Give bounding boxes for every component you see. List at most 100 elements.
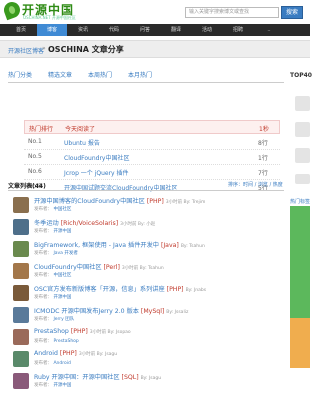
hot-title-link[interactable]: Jcrop 一个 jQuery 插件	[64, 168, 129, 177]
hot-title-link[interactable]: CloudFoundry中国社区	[64, 153, 129, 162]
avatar[interactable]	[13, 307, 29, 323]
tab-hot-categories[interactable]: 热门分类	[8, 70, 32, 79]
poster-link[interactable]: Jerry 团队	[53, 317, 74, 322]
avatar[interactable]	[13, 329, 29, 345]
poster-link[interactable]: 中国社区	[53, 273, 71, 278]
nav-item-jobs[interactable]: 招聘	[223, 24, 253, 36]
article-tag[interactable]: [SQL]	[122, 374, 139, 381]
hot-tags-panel	[290, 206, 310, 318]
nav-item-events[interactable]: 活动	[192, 24, 222, 36]
search-input[interactable]: 输入关键字搜索博文或查找	[185, 7, 279, 18]
hot-rank: No.5	[28, 153, 42, 160]
poster-link[interactable]: Java 开发者	[53, 251, 77, 256]
nav-item-news[interactable]: 资讯	[68, 24, 98, 36]
article-title-line: Android [PHP] 3小时前 By: Jsagu	[34, 350, 117, 357]
avatar[interactable]	[13, 373, 29, 389]
nav-item-home[interactable]: 首页	[6, 24, 36, 36]
article-list-divider	[8, 190, 284, 191]
hot-count: 1行	[258, 155, 268, 162]
avatar[interactable]	[295, 174, 310, 184]
table-row: No.6 Jcrop 一个 jQuery 插件 7行	[24, 165, 280, 180]
page-title: OSCHINA 文章分享	[48, 45, 124, 54]
article-subline: 发布者： Android	[34, 360, 71, 366]
article-tag[interactable]: [PHP]	[147, 198, 164, 205]
tab-featured[interactable]: 精选文章	[48, 70, 72, 79]
hot-tags-panel-secondary	[290, 318, 310, 368]
article-title-link[interactable]: 开源中国博客的CloudFoundry中国社区	[34, 198, 145, 205]
nav-item-blog[interactable]: 博客	[37, 24, 67, 36]
logo-subtitle: OSCHINA.NET 开源中国社区	[23, 15, 76, 20]
article-meta: By: Jsagu	[140, 376, 162, 381]
article-title-link[interactable]: BigFramework, 框架使用 - Java 插件开发中	[34, 242, 159, 249]
poster-link[interactable]: 中国社区	[53, 207, 71, 212]
article-title-line: Ruby 开源中国：开源中国社区 [SQL] By: Jsagu	[34, 372, 161, 381]
avatar[interactable]	[13, 263, 29, 279]
article-title-line: ICMODC 开源中国发布Jerry 2.0 版本 [MySql] By: Js…	[34, 306, 188, 315]
poster-link[interactable]: PrestaShop	[53, 339, 78, 344]
tab-week-hot[interactable]: 本周热门	[88, 70, 112, 79]
article-tag[interactable]: [MySql]	[141, 308, 164, 315]
article-tag[interactable]: [PHP]	[167, 286, 184, 293]
article-tag[interactable]: [PHP]	[60, 350, 77, 357]
article-subline: 发布者： Jerry 团队	[34, 316, 74, 322]
article-title-link[interactable]: Android	[34, 350, 58, 357]
hot-count: 7行	[258, 170, 268, 177]
article-tag[interactable]: [Java]	[161, 242, 179, 249]
poster-link[interactable]: Android	[53, 361, 70, 366]
table-row: No.5 CloudFoundry中国社区 1行	[24, 150, 280, 165]
article-title-link[interactable]: Ruby 开源中国：开源中国社区	[34, 374, 120, 381]
article-meta: By: Jnabs	[185, 288, 207, 293]
hot-rank: No.6	[28, 168, 42, 175]
table-row: No.1 Ubuntu 报告 8行	[24, 135, 280, 150]
avatar[interactable]	[13, 197, 29, 213]
article-title-link[interactable]: PrestaShop	[34, 328, 69, 335]
list-item: OSC官方发布新版博客「开源，信息」系列讲座 [PHP] By: Jnabs 发…	[8, 284, 288, 304]
list-item: ICMODC 开源中国发布Jerry 2.0 版本 [MySql] By: Js…	[8, 306, 288, 326]
search-button[interactable]: 搜索	[281, 6, 303, 19]
nav-item-more[interactable]: ..	[254, 24, 284, 36]
nav-item-qa[interactable]: 问答	[130, 24, 160, 36]
article-title-link[interactable]: 冬季运动	[34, 220, 59, 227]
avatar[interactable]	[295, 122, 310, 137]
avatar[interactable]	[295, 96, 310, 111]
poster-label: 发布者：	[34, 207, 52, 212]
hot-title-link[interactable]: Ubuntu 报告	[64, 138, 100, 147]
tab-month-hot[interactable]: 本月热门	[128, 70, 152, 79]
leaf-logo-icon[interactable]	[1, 0, 23, 21]
article-title-link[interactable]: ICMODC 开源中国发布Jerry 2.0 版本	[34, 308, 139, 315]
poster-link[interactable]: 开源中国	[53, 383, 71, 388]
list-item: Android [PHP] 3小时前 By: Jsagu 发布者： Androi…	[8, 350, 288, 370]
article-title-line: PrestaShop [PHP] 3小时前 By: Jsopao	[34, 328, 131, 335]
nav-item-translate[interactable]: 翻译	[161, 24, 191, 36]
poster-link[interactable]: 开源中国	[53, 295, 71, 300]
article-title-line: 冬季运动 [Rich/VoiceSolaris] 3小时前 By: 小赵	[34, 218, 155, 227]
hot-table-header: 热门排行 今天阅读了 1秒	[24, 120, 280, 134]
list-item: CloudFoundry中国社区 [Perl] 3小时前 By: Tsahun …	[8, 262, 288, 282]
top40-heading: TOP40	[290, 72, 312, 79]
hot-rank: No.1	[28, 138, 42, 145]
avatar[interactable]	[13, 241, 29, 257]
breadcrumb-link[interactable]: 开源社区博客	[8, 46, 44, 55]
article-title-link[interactable]: CloudFoundry中国社区	[34, 264, 102, 271]
avatar[interactable]	[13, 219, 29, 235]
article-subline: 发布者： 中国社区	[34, 206, 71, 212]
site-header: 开源中国 OSCHINA.NET 开源中国社区 输入关键字搜索博文或查找 搜索	[0, 0, 310, 22]
article-subline: 发布者： PrestaShop	[34, 338, 79, 344]
article-title-link[interactable]: OSC官方发布新版博客「开源，信息」系列讲座	[34, 286, 165, 293]
list-item: Ruby 开源中国：开源中国社区 [SQL] By: Jsagu 发布者： 开源…	[8, 372, 288, 392]
top-navigation: 首页 博客 资讯 代码 问答 翻译 活动 招聘 ..	[0, 24, 310, 36]
article-subline: 发布者： 开源中国	[34, 382, 71, 388]
poster-label: 发布者：	[34, 317, 52, 322]
avatar[interactable]	[13, 351, 29, 367]
hot-count: 8行	[258, 140, 268, 147]
poster-link[interactable]: 开源中国	[53, 229, 71, 234]
avatar[interactable]	[13, 285, 29, 301]
list-item: 开源中国博客的CloudFoundry中国社区 [PHP] 3小时前 By: T…	[8, 196, 288, 216]
poster-label: 发布者：	[34, 361, 52, 366]
nav-item-code[interactable]: 代码	[99, 24, 129, 36]
article-sort-links[interactable]: 排序：时间 / 浏览 / 热度	[228, 181, 283, 188]
article-tag[interactable]: [Perl]	[104, 264, 120, 271]
article-tag[interactable]: [PHP]	[71, 328, 88, 335]
article-tag[interactable]: [Rich/VoiceSolaris]	[61, 220, 118, 227]
avatar[interactable]	[295, 148, 310, 163]
